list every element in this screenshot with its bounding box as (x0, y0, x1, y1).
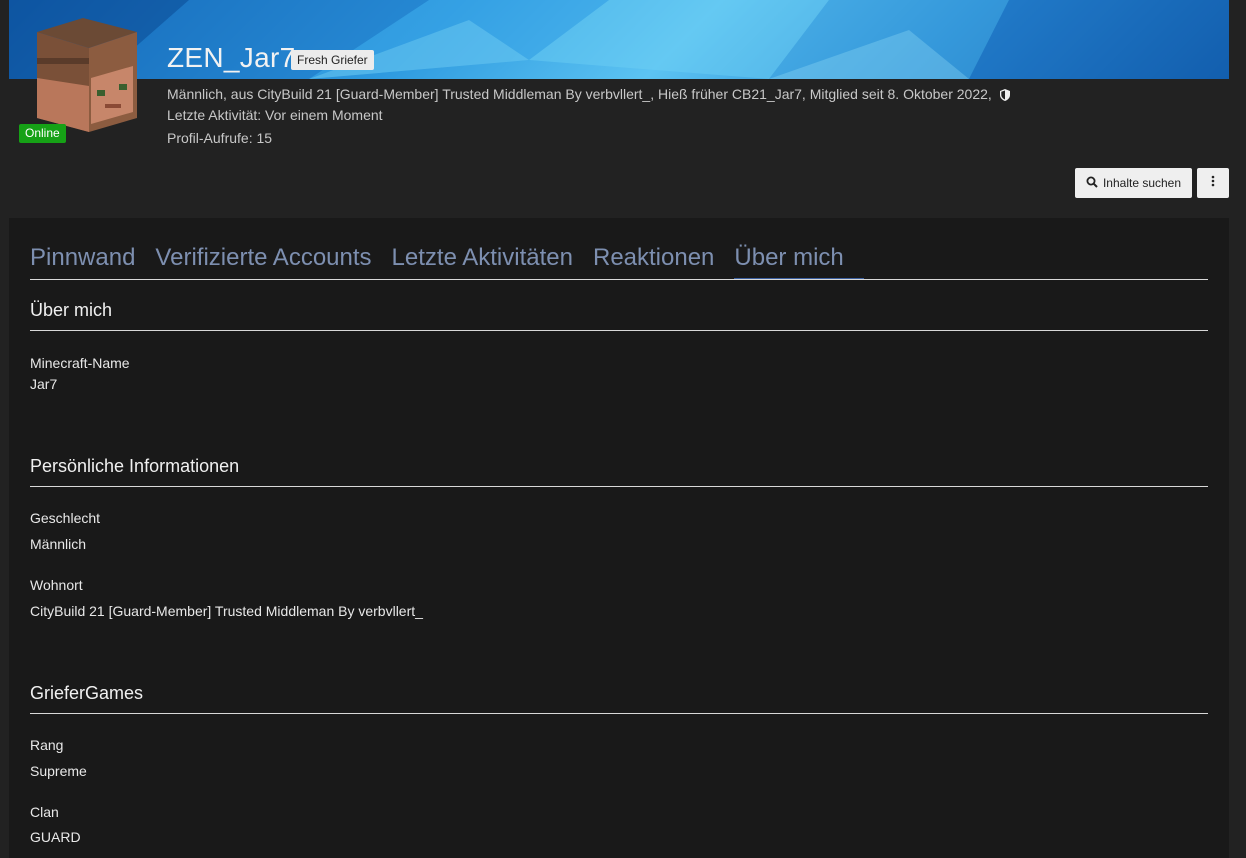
field-label-clan: Clan (30, 804, 59, 820)
user-rank-badge: Fresh Griefer (291, 50, 374, 70)
tab-recent-activity[interactable]: Letzte Aktivitäten (392, 242, 593, 278)
user-avatar[interactable] (29, 18, 137, 132)
search-content-button[interactable]: Inhalte suchen (1075, 168, 1192, 198)
profile-views: Profil-Aufrufe: 15 (167, 130, 273, 146)
last-activity: Letzte Aktivität: Vor einem Moment (167, 107, 383, 123)
profile-content-panel: Pinnwand Verifizierte Accounts Letzte Ak… (9, 218, 1229, 858)
field-value-rank: Supreme (30, 763, 87, 779)
section-title-about: Über mich (30, 300, 1208, 331)
more-options-button[interactable] (1197, 168, 1229, 198)
field-value-minecraft-name: Jar7 (30, 376, 58, 392)
tab-pinnwand[interactable]: Pinnwand (30, 242, 155, 278)
field-label-rank: Rang (30, 737, 64, 753)
online-status-badge: Online (19, 124, 66, 143)
tab-about-me[interactable]: Über mich (734, 242, 864, 279)
field-label-minecraft-name: Minecraft-Name (30, 355, 130, 371)
profile-meta-line: Männlich, aus CityBuild 21 [Guard-Member… (167, 86, 1010, 104)
kebab-menu-icon (1211, 174, 1215, 192)
tab-reactions[interactable]: Reaktionen (593, 242, 734, 278)
field-label-gender: Geschlecht (30, 510, 101, 526)
field-value-clan: GUARD (30, 829, 81, 845)
profile-meta-text: Männlich, aus CityBuild 21 [Guard-Member… (167, 86, 992, 102)
profile-tabs: Pinnwand Verifizierte Accounts Letzte Ak… (30, 242, 1208, 280)
profile-username: ZEN_Jar7 (167, 42, 296, 73)
field-value-gender: Männlich (30, 536, 87, 552)
section-title-griefergames: GrieferGames (30, 683, 1208, 714)
tab-verified-accounts[interactable]: Verifizierte Accounts (155, 242, 391, 278)
field-value-location: CityBuild 21 [Guard-Member] Trusted Midd… (30, 603, 423, 619)
field-label-location: Wohnort (30, 577, 83, 593)
search-content-label: Inhalte suchen (1102, 176, 1182, 190)
search-icon (1086, 176, 1098, 191)
shield-icon[interactable] (999, 88, 1010, 104)
section-title-personal: Persönliche Informationen (30, 456, 1208, 487)
